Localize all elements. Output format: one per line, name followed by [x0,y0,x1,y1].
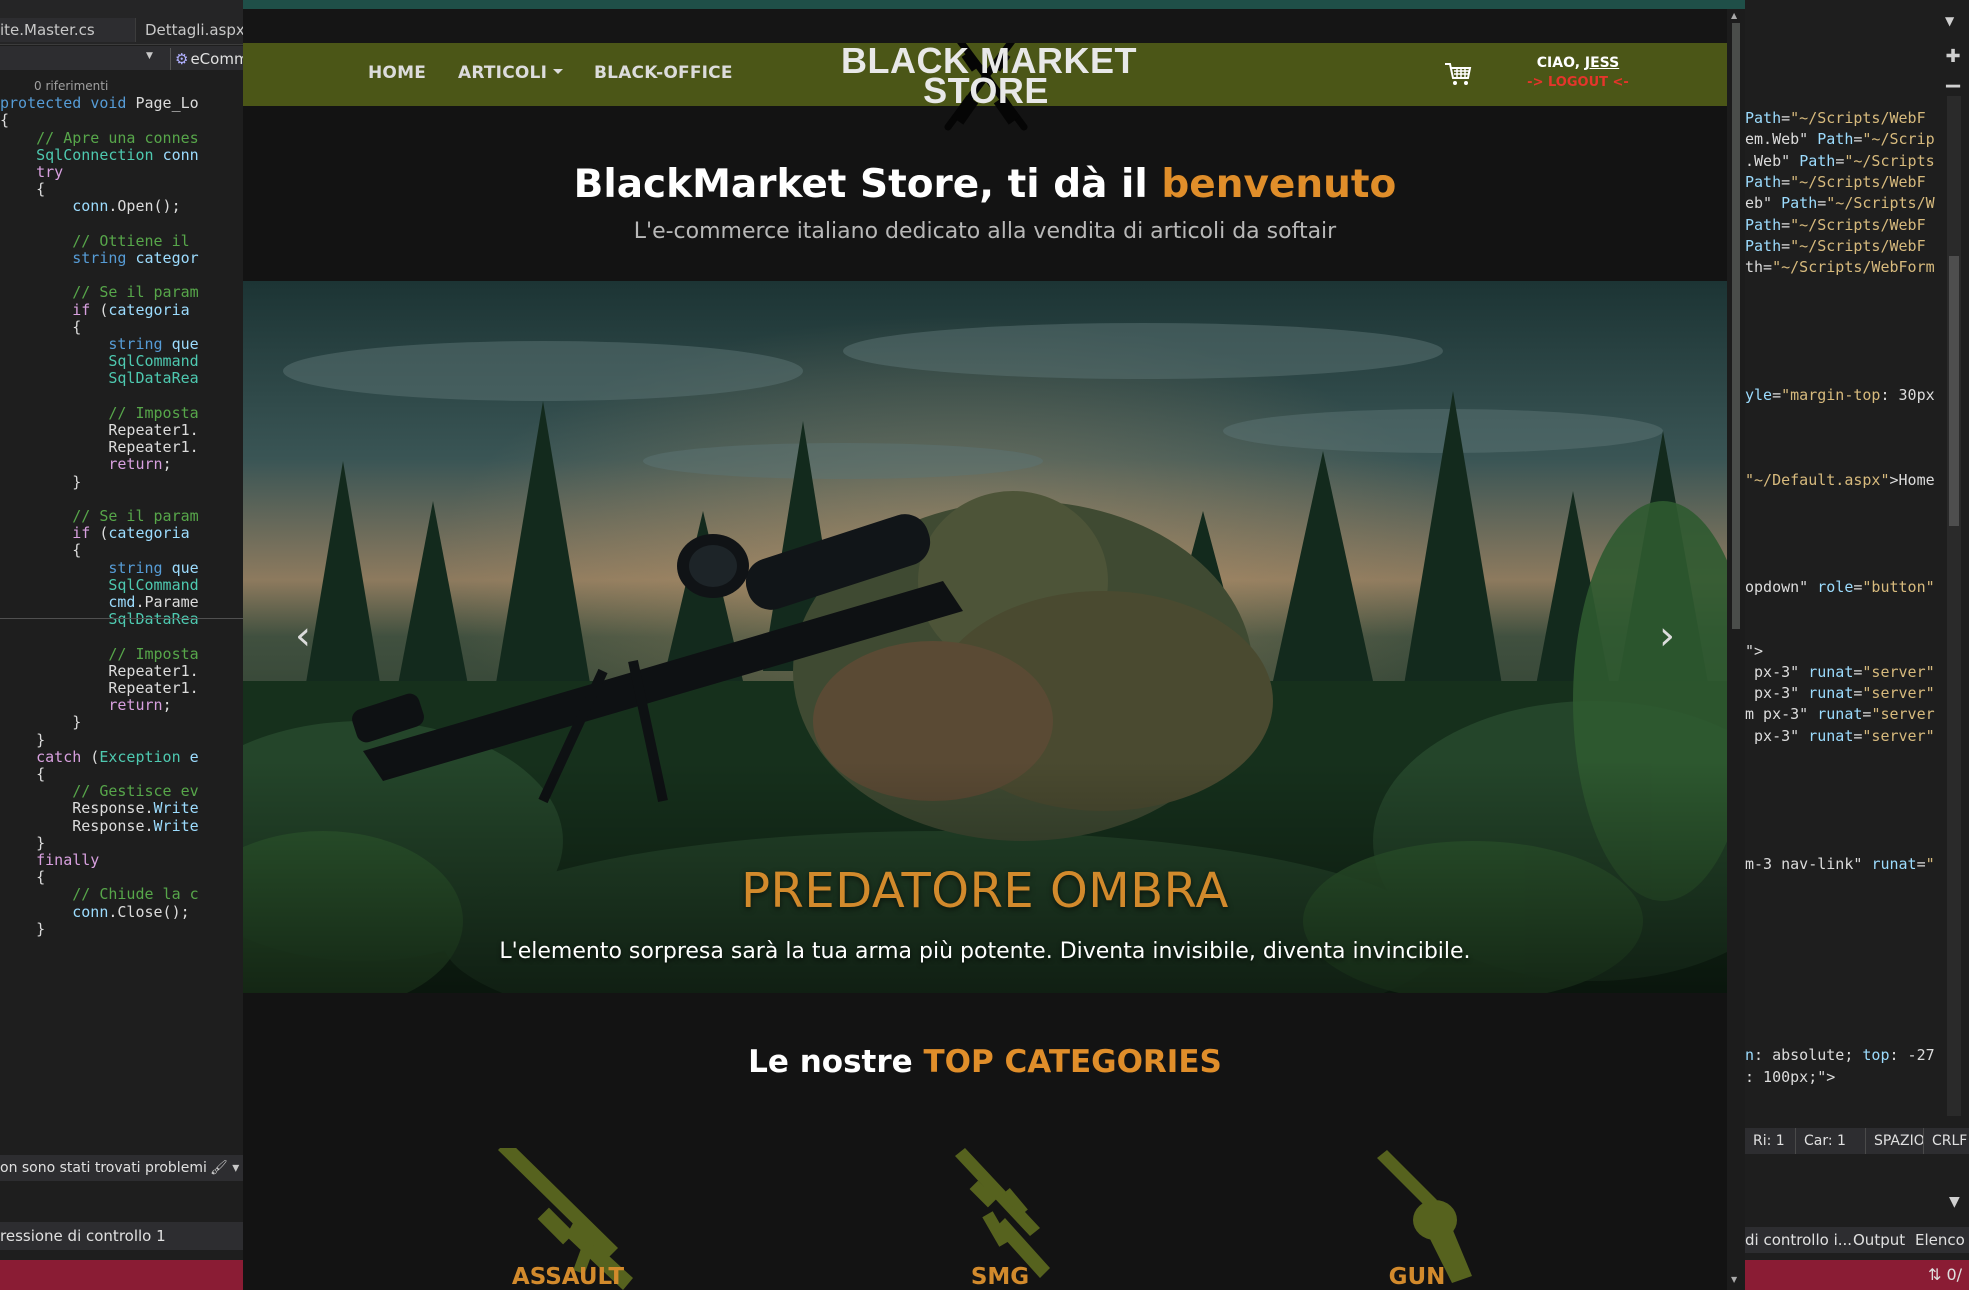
top-categories-heading-accent: TOP CATEGORIES [923,1044,1222,1080]
logout-link[interactable]: -> LOGOUT <- [1513,74,1643,92]
carousel-slide-caption: L'elemento sorpresa sarà la tua arma più… [499,939,1471,964]
nav-link-black-office[interactable]: BLACK-OFFICE [594,63,733,83]
problems-status-text: on sono stati trovati problemi [0,1160,207,1176]
category-label: GUN [1388,1264,1446,1290]
ide-status-bar-bottom: ⇅ 0/ [1745,1260,1969,1290]
lower-panel-tabs: di controllo i... Output Elenco [1745,1227,1969,1253]
shopping-cart-icon[interactable] [1443,59,1473,89]
ide-code-editor-left: ite.Master.cs Dettagli.aspx ▼ ⚙ eComm 0 r… [0,0,243,1290]
markup-line: .Web" Path="~/Scripts [1745,151,1935,170]
markup-line: px-3" runat="server" [1745,662,1935,681]
carousel-prev-button[interactable]: ‹ [283,611,323,661]
site-logo[interactable]: BLACK MARKET STORE [841,43,1136,133]
markup-line: yle="margin-top: 30px [1745,385,1935,404]
markup-line: em.Web" Path="~/Scrip [1745,130,1935,149]
top-categories-heading: Le nostre TOP CATEGORIES [243,1041,1727,1083]
code-line: protected void Page_Lo [0,94,199,113]
category-label: ASSAULT [511,1264,625,1290]
markup-line: : 100px;"> [1745,1067,1836,1086]
browser-window: HOME ARTICOLI BLACK-OFFICE CIAO, JESS ->… [243,0,1745,1290]
namespace-icon: ⚙ [175,50,189,68]
lower-panel-tab-output[interactable]: Output [1853,1227,1905,1253]
editor-position-status: Ri: 1 Car: 1 SPAZIO CRLF [1745,1128,1969,1154]
line-number: Ri: 1 [1753,1133,1785,1149]
nav-link-articoli-dropdown[interactable]: ARTICOLI [458,63,564,83]
editor-tab-dettagli-aspx[interactable]: Dettagli.aspx [145,18,243,42]
welcome-heading-accent: benvenuto [1161,162,1397,207]
markup-line: "> [1745,641,1764,660]
welcome-heading-main: BlackMarket Store, ti dà il [573,162,1162,207]
scrollbar-thumb[interactable] [1732,23,1740,629]
top-categories-heading-main: Le nostre [748,1044,924,1080]
hero-carousel[interactable]: ‹ › PREDATORE OMBRA L'elemento sorpresa … [243,281,1727,993]
markup-line: m-3 nav-link" runat=" [1745,854,1935,873]
ide-code-editor-right: ▼ ✚ ▁ Path="~/Scripts/WebF em.Web" Path="~… [1745,0,1969,1290]
code-line: string categor [72,249,199,267]
chevron-down-icon[interactable]: ▼ [146,51,153,61]
markup-line: "~/Default.aspx">Home [1745,471,1935,490]
markup-line: m px-3" runat="server [1745,705,1935,724]
category-gun[interactable]: GUN [1307,1148,1527,1290]
welcome-subtitle: L'e-commerce italiano dedicato alla vend… [633,219,1337,244]
welcome-heading: BlackMarket Store, ti dà il benvenuto [243,160,1727,210]
git-sync-status[interactable]: ⇅ 0/ [1928,1260,1962,1290]
category-assault[interactable]: ASSAULT [458,1148,678,1290]
markup-line: Path="~/Scripts/WebF [1745,215,1926,234]
markup-line: opdown" role="button" [1745,577,1935,596]
scroll-down-icon[interactable]: ▼ [1731,1275,1737,1284]
chevron-down-icon[interactable]: ▼ [1945,14,1954,28]
nav-link-home[interactable]: HOME [368,63,426,83]
code-line: SqlDataRea [108,610,199,629]
logo-text-line2: STORE [923,70,1049,111]
vertical-scrollbar[interactable] [1947,96,1961,1116]
category-label: SMG [970,1264,1030,1290]
indent-mode[interactable]: SPAZIO [1865,1128,1925,1154]
lower-panel-tab-error-list[interactable]: Elenco [1915,1227,1965,1253]
user-greeting: CIAO, JESS -> LOGOUT <- [1513,52,1643,92]
markup-line: Path="~/Scripts/WebF [1745,172,1926,191]
code-line: conn.Open(); [72,197,181,216]
username-link[interactable]: JESS [1585,55,1619,71]
window-top-strip [243,9,1745,43]
carousel-next-button[interactable]: › [1647,611,1687,661]
markup-line: th="~/Scripts/WebForm [1745,258,1935,277]
editor-tab-bar: ite.Master.cs Dettagli.aspx [0,0,243,45]
website-page: HOME ARTICOLI BLACK-OFFICE CIAO, JESS ->… [243,43,1727,1290]
nav-link-articoli-label: ARTICOLI [458,63,548,83]
code-line: } [0,919,46,938]
code-cleanup-icon[interactable]: 🖌 ▾ [210,1155,239,1181]
lower-panel-tab-watch[interactable]: di controllo i... [1745,1227,1852,1253]
greeting-text: CIAO, [1536,55,1581,71]
carousel-slide-title: PREDATORE OMBRA [741,863,1229,919]
code-line: SqlDataRea [108,369,199,388]
markup-line: px-3" runat="server" [1745,684,1935,703]
code-line: } [0,472,82,491]
editor-navigation-bar: ▼ ⚙ eComm [0,46,243,70]
category-smg[interactable]: SMG [890,1148,1110,1290]
window-top-border [243,0,1745,9]
markup-line: px-3" runat="server" [1745,726,1935,745]
editor-tab-master-cs[interactable]: ite.Master.cs [0,18,136,42]
scroll-up-icon[interactable]: ▲ [1731,11,1737,20]
caret-down-icon [553,68,564,74]
column-number: Car: 1 [1795,1128,1846,1154]
ide-status-bar-bottom [0,1260,243,1290]
lower-panel-label: ressione di controllo 1 [0,1227,166,1245]
namespace-dropdown[interactable]: ⚙ eComm [170,48,243,70]
split-editor-icon[interactable]: ✚ ▁ [1937,46,1969,96]
line-ending[interactable]: CRLF [1923,1128,1967,1154]
code-editor-text[interactable]: 0 riferimenti protected void Page_Lo{ // … [0,72,243,1152]
scrollbar-thumb[interactable] [1949,256,1959,526]
lower-panel-tab[interactable]: ressione di controllo 1 [0,1222,243,1250]
markup-line: Path="~/Scripts/WebF [1745,109,1926,127]
chevron-down-icon[interactable]: ▼ [1949,1194,1960,1210]
markup-line: Path="~/Scripts/WebF [1745,236,1926,255]
editor-status-bar: on sono stati trovati problemi 🖌 ▾ [0,1155,243,1181]
panel-toolbar: ▼ [1745,1190,1969,1218]
markup-line: eb" Path="~/Scripts/W [1745,194,1935,213]
browser-vertical-scrollbar[interactable]: ▲ ▼ [1727,9,1745,1290]
namespace-label: eComm [190,50,243,68]
code-divider [0,617,243,619]
markup-line: n: absolute; top: -27 [1745,1046,1935,1065]
